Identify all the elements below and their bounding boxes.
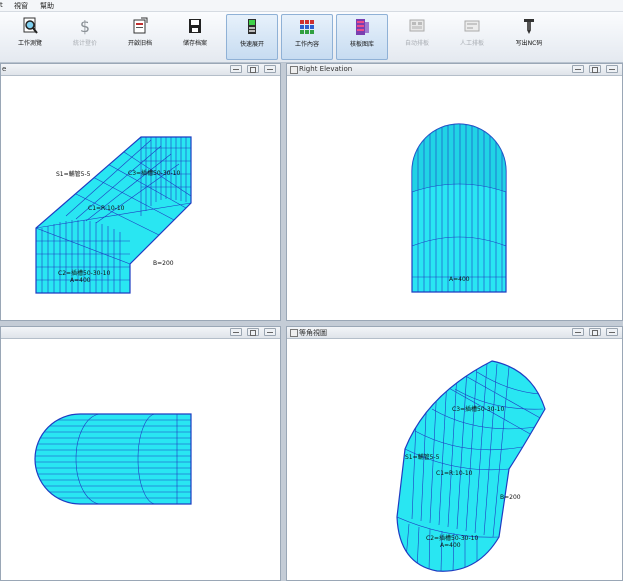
- svg-text:$: $: [80, 17, 90, 35]
- pane-title: e: [2, 65, 7, 73]
- save-file-button[interactable]: 储存档案: [169, 14, 221, 60]
- pane-header: 等角視圖: [287, 327, 622, 339]
- minimize-button[interactable]: [572, 328, 584, 336]
- auto-nest-icon: [409, 19, 425, 32]
- duct-body: [34, 413, 192, 505]
- front-view-pane: e S1=輔管5-5 C3=插槽50-30-10 C1=R:10-10 C2=插…: [0, 63, 281, 321]
- open-file-label: 开啟旧档: [127, 40, 152, 47]
- pane-header: [1, 327, 280, 339]
- manual-nest-button[interactable]: 人工排板: [446, 14, 498, 60]
- label-b: B=200: [153, 260, 174, 267]
- template-library-button[interactable]: 核板图库: [336, 14, 388, 60]
- maximize-button[interactable]: [247, 328, 259, 336]
- export-nc-button[interactable]: 写出NC码: [503, 14, 555, 60]
- toolbar: 工作測覽 $ 統计登价 开啟旧档 储存档案 快速展开 工作內容 核板图库 自动排…: [0, 12, 623, 63]
- menu-item-edge[interactable]: t: [0, 1, 3, 9]
- quick-unfold-icon: [248, 19, 256, 34]
- minimize-button[interactable]: [572, 65, 584, 73]
- work-browse-label: 工作測覽: [17, 40, 42, 47]
- menu-bar: t 視窗 幫助: [0, 0, 623, 12]
- label-c1: C1=R:10-10: [436, 470, 473, 477]
- label-c2: C2=插槽50-30-10: [58, 269, 110, 277]
- label-a: A=400: [440, 542, 461, 549]
- label-a: A=400: [449, 276, 470, 283]
- isometric-view-drawing: C3=插槽50-30-10 S1=輔管5-5 C1=R:10-10 B=200 …: [396, 360, 546, 572]
- label-c3: C3=插槽50-30-10: [128, 169, 180, 177]
- nc-code-icon: [524, 19, 534, 34]
- search-doc-icon: [23, 17, 38, 34]
- right-elevation-drawing: A=400: [411, 123, 507, 293]
- menu-view[interactable]: 視窗: [14, 1, 28, 11]
- pane-title: Right Elevation: [299, 65, 353, 73]
- cost-estimate-label: 統计登价: [72, 40, 97, 47]
- label-c1: C1=R:10-10: [88, 205, 125, 212]
- export-nc-label: 写出NC码: [515, 40, 543, 47]
- grid-content-icon: [300, 20, 314, 34]
- pane-icon: [290, 66, 298, 74]
- manual-nest-icon: [464, 20, 480, 32]
- label-b: B=200: [500, 494, 521, 501]
- work-browse-button[interactable]: 工作測覽: [4, 14, 56, 60]
- isometric-view-pane: 等角視圖 C3=插槽50-30-10 S1=輔管5-5 C1=R:10-10 B…: [286, 326, 623, 581]
- close-button[interactable]: [264, 328, 276, 336]
- top-view-pane: [0, 326, 281, 581]
- top-view-drawing: [34, 413, 192, 505]
- work-content-label: 工作內容: [294, 41, 319, 48]
- label-a: A=400: [70, 277, 91, 284]
- quick-unfold-button[interactable]: 快速展开: [226, 14, 278, 60]
- close-button[interactable]: [606, 65, 618, 73]
- cost-estimate-button[interactable]: $ 統计登价: [59, 14, 111, 60]
- save-file-label: 储存档案: [182, 40, 207, 47]
- auto-nest-button[interactable]: 自动排板: [391, 14, 443, 60]
- duct-top-shade: [412, 124, 506, 192]
- template-library-label: 核板图库: [349, 41, 374, 48]
- save-icon: [189, 19, 201, 33]
- maximize-button[interactable]: [589, 328, 601, 336]
- close-button[interactable]: [606, 328, 618, 336]
- label-s1: S1=輔管5-5: [405, 453, 440, 461]
- minimize-button[interactable]: [230, 328, 242, 336]
- dollar-icon: $: [80, 17, 90, 35]
- minimize-button[interactable]: [230, 65, 242, 73]
- maximize-button[interactable]: [589, 65, 601, 73]
- pane-icon: [290, 329, 298, 337]
- label-s1: S1=輔管5-5: [56, 170, 91, 178]
- label-c2: C2=插槽50-30-10: [426, 534, 478, 542]
- quick-unfold-label: 快速展开: [239, 41, 264, 48]
- menu-help[interactable]: 幫助: [40, 1, 54, 11]
- auto-nest-label: 自动排板: [404, 40, 429, 47]
- library-icon: [356, 19, 369, 35]
- pane-header: Right Elevation: [287, 64, 622, 76]
- front-view-drawing: S1=輔管5-5 C3=插槽50-30-10 C1=R:10-10 C2=插槽5…: [35, 136, 192, 294]
- open-file-button[interactable]: 开啟旧档: [114, 14, 166, 60]
- open-file-icon: [133, 17, 148, 34]
- label-c3: C3=插槽50-30-10: [452, 405, 504, 413]
- manual-nest-label: 人工排板: [459, 40, 484, 47]
- close-button[interactable]: [264, 65, 276, 73]
- pane-header: e: [1, 64, 280, 76]
- pane-title: 等角視圖: [299, 329, 327, 337]
- right-elevation-pane: Right Elevation A=400: [286, 63, 623, 321]
- maximize-button[interactable]: [247, 65, 259, 73]
- work-content-button[interactable]: 工作內容: [281, 14, 333, 60]
